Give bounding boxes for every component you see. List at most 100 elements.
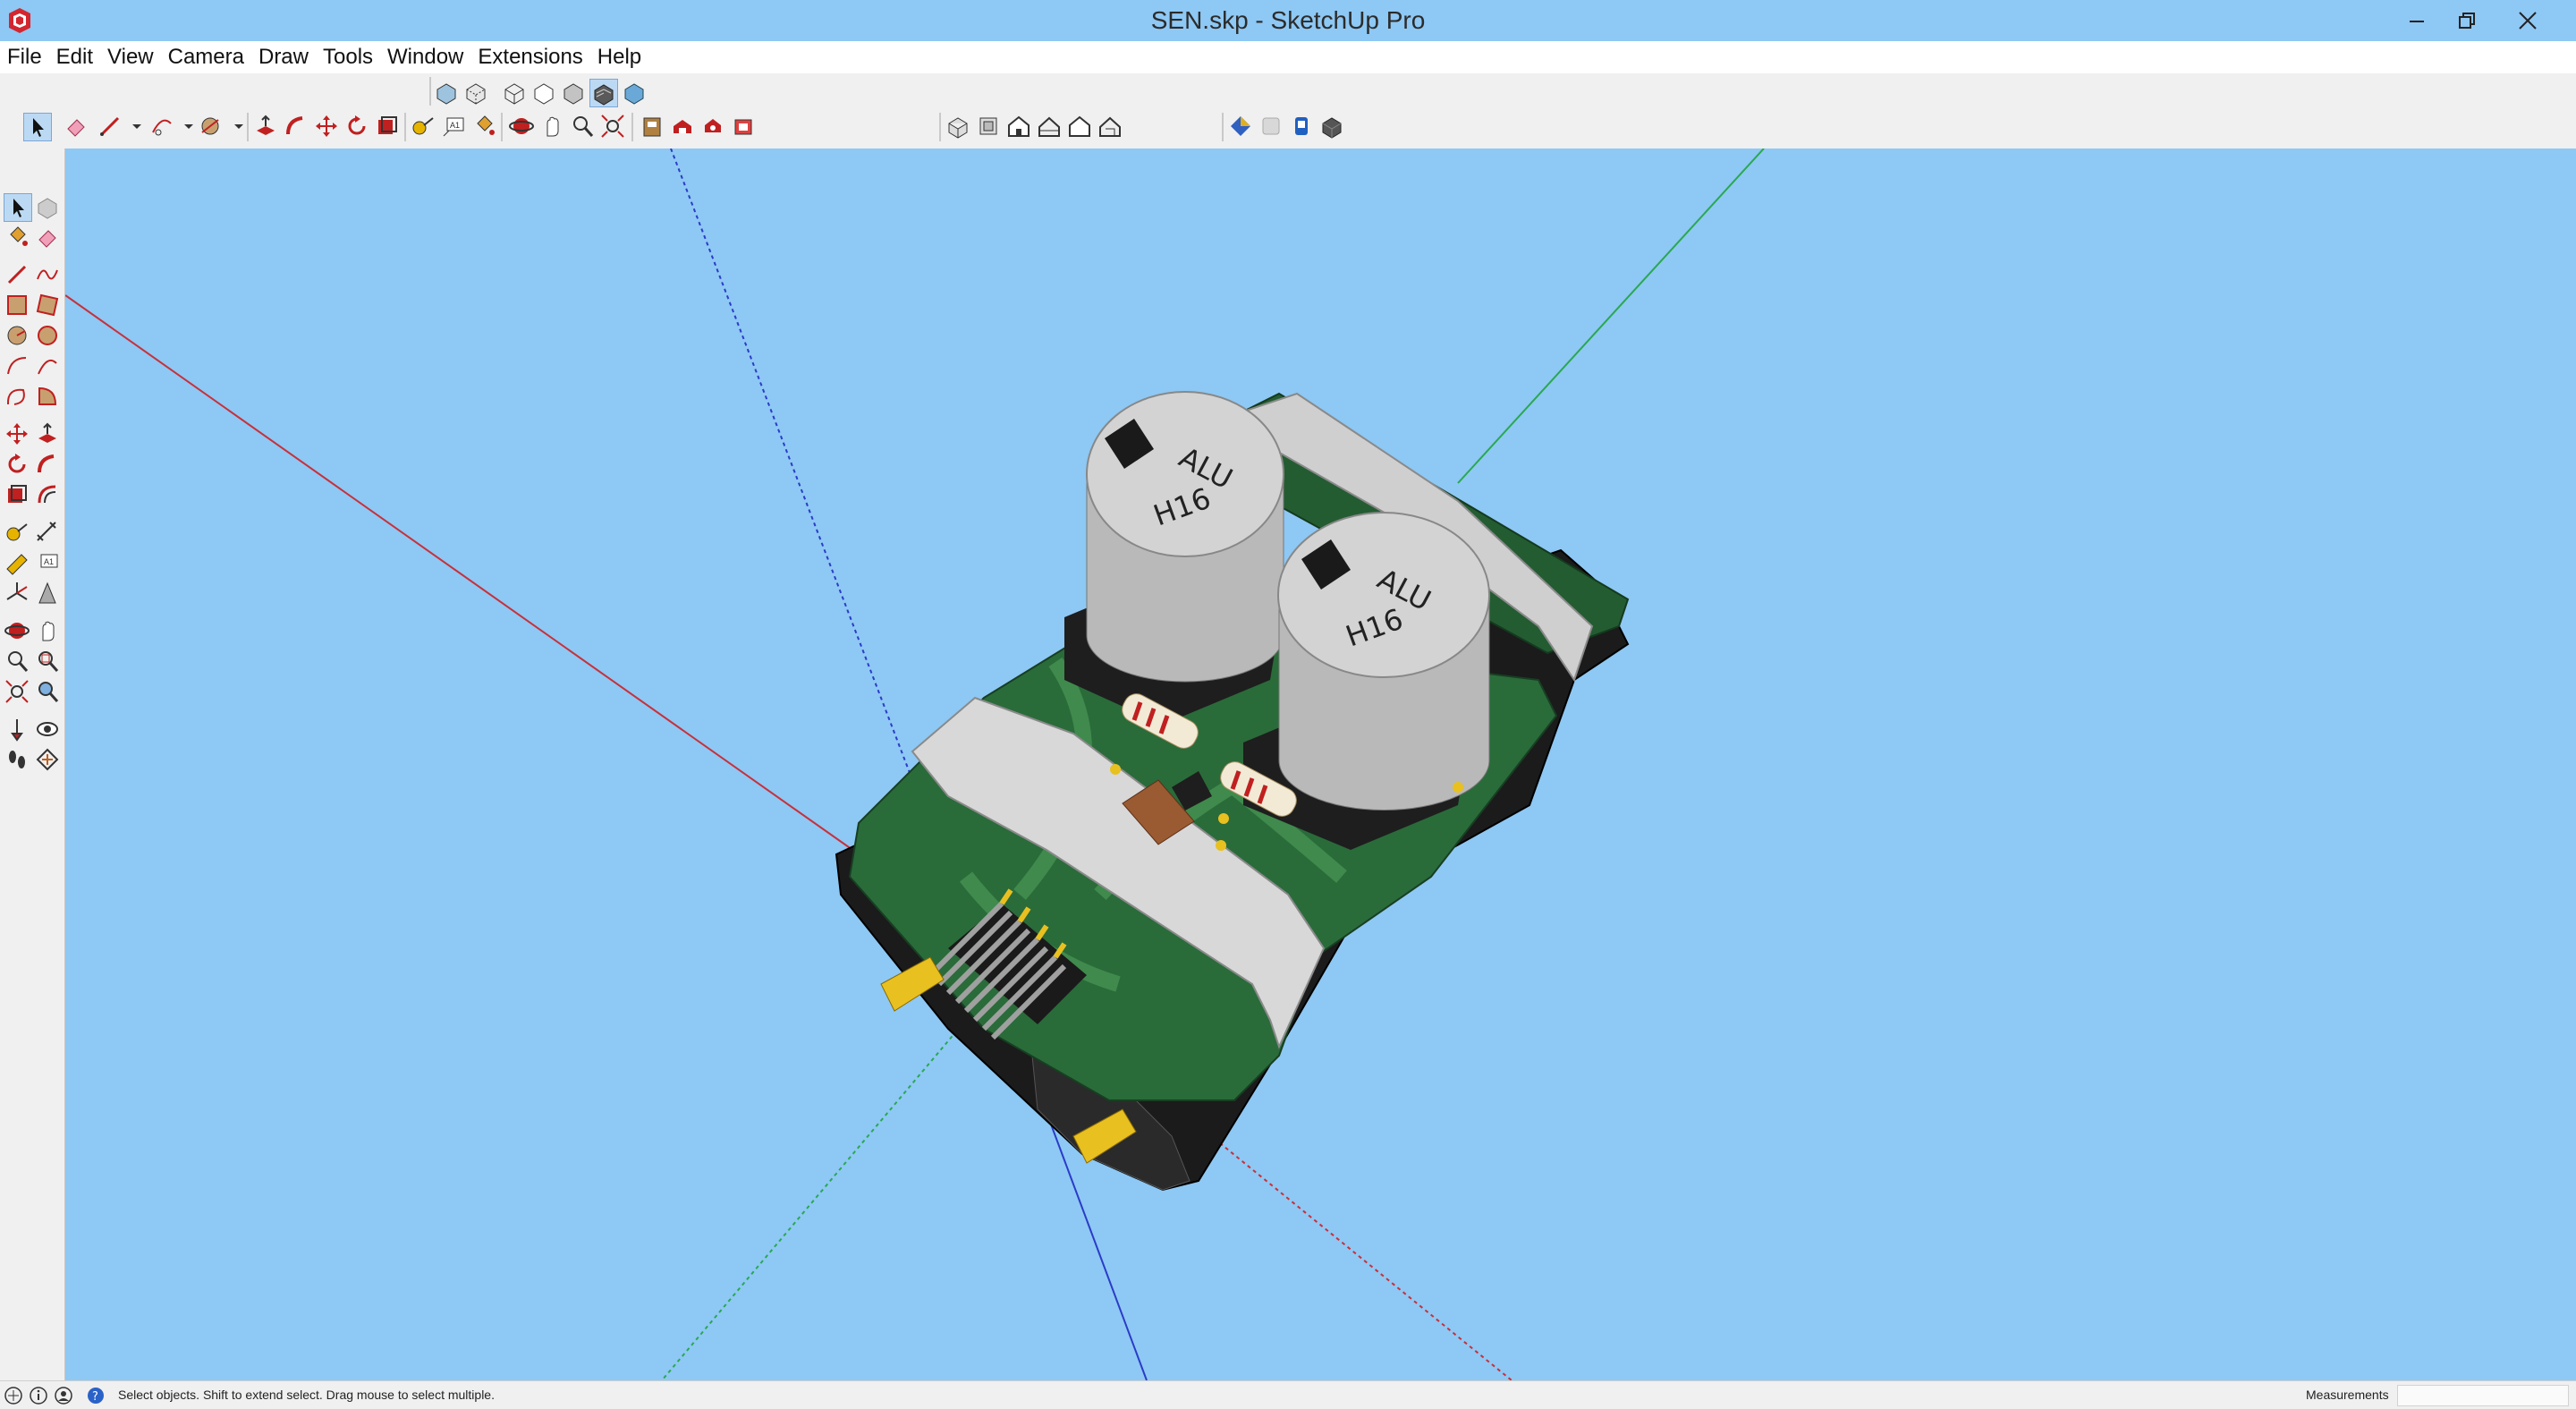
- tape-measure-tool-icon[interactable]: [410, 113, 436, 140]
- status-message: Select objects. Shift to extend select. …: [118, 1388, 495, 1402]
- menu-help[interactable]: Help: [590, 41, 648, 73]
- wireframe-icon[interactable]: [501, 79, 528, 106]
- text-tool-icon[interactable]: A1: [34, 549, 61, 576]
- rectangle-tool-icon[interactable]: [4, 292, 30, 318]
- menu-edit[interactable]: Edit: [49, 41, 100, 73]
- make-component-icon[interactable]: [34, 193, 61, 220]
- geo-location-icon[interactable]: [4, 1386, 23, 1405]
- menu-tools[interactable]: Tools: [316, 41, 380, 73]
- push-pull-tool-icon[interactable]: [34, 420, 61, 447]
- measurements-field[interactable]: [2397, 1385, 2569, 1406]
- model-viewport[interactable]: ALU H16 ALU H16: [65, 149, 2576, 1380]
- shape-tool-icon[interactable]: [197, 113, 224, 140]
- move-tool-icon[interactable]: [4, 420, 30, 447]
- pan-tool-icon[interactable]: [538, 113, 565, 140]
- chevron-down-icon[interactable]: [123, 113, 141, 140]
- shaded-textures-icon[interactable]: [589, 79, 618, 107]
- orbit-tool-icon[interactable]: [4, 617, 30, 644]
- eraser-tool-icon[interactable]: [34, 224, 61, 250]
- paint-bucket-tool-icon[interactable]: [4, 224, 30, 250]
- follow-me-tool-icon[interactable]: [283, 113, 309, 140]
- warehouse-icon[interactable]: [639, 113, 665, 140]
- user-account-icon[interactable]: [54, 1386, 73, 1405]
- position-camera-tool-icon[interactable]: [4, 716, 30, 743]
- zoom-extents-tool-icon[interactable]: [599, 113, 626, 140]
- help-icon[interactable]: ?: [86, 1386, 106, 1405]
- scale-tool-icon[interactable]: [374, 113, 401, 140]
- menu-file[interactable]: File: [0, 41, 49, 73]
- right-view-icon[interactable]: [1036, 113, 1063, 140]
- back-view-icon[interactable]: [1066, 113, 1093, 140]
- share-model-icon[interactable]: [669, 113, 696, 140]
- rotated-rectangle-tool-icon[interactable]: [34, 292, 61, 318]
- look-around-tool-icon[interactable]: [34, 716, 61, 743]
- line-tool-icon[interactable]: [4, 261, 30, 288]
- capacitor-1[interactable]: ALU H16: [1064, 391, 1284, 725]
- protractor-tool-icon[interactable]: [4, 549, 30, 576]
- rotate-tool-icon[interactable]: [343, 113, 370, 140]
- shaded-icon[interactable]: [560, 79, 587, 106]
- arc-tool-icon[interactable]: [4, 352, 30, 379]
- menu-extensions[interactable]: Extensions: [470, 41, 589, 73]
- left-view-icon[interactable]: [1097, 113, 1123, 140]
- walk-tool-icon[interactable]: [4, 746, 30, 773]
- chevron-down-icon[interactable]: [175, 113, 193, 140]
- model-info-icon[interactable]: [1288, 113, 1315, 140]
- eraser-tool-icon[interactable]: [63, 113, 89, 140]
- select-tool-icon[interactable]: [4, 193, 32, 222]
- menu-view[interactable]: View: [100, 41, 161, 73]
- style-builder-icon[interactable]: [1258, 113, 1284, 140]
- tape-measure-tool-icon[interactable]: [4, 519, 30, 546]
- section-plane-tool-icon[interactable]: [34, 746, 61, 773]
- toolbar-grip[interactable]: [1222, 113, 1224, 141]
- three-d-text-tool-icon[interactable]: [34, 580, 61, 607]
- front-view-icon[interactable]: [1005, 113, 1032, 140]
- menu-window[interactable]: Window: [380, 41, 470, 73]
- zoom-window-tool-icon[interactable]: [34, 648, 61, 675]
- previous-view-icon[interactable]: [34, 678, 61, 705]
- info-icon[interactable]: [29, 1386, 48, 1405]
- rotate-tool-icon[interactable]: [4, 451, 30, 478]
- pie-tool-icon[interactable]: [34, 383, 61, 410]
- two-point-arc-tool-icon[interactable]: [34, 352, 61, 379]
- components-icon[interactable]: [1318, 113, 1345, 140]
- pcb-model[interactable]: ALU H16 ALU H16: [835, 391, 1630, 1192]
- move-tool-icon[interactable]: [313, 113, 340, 140]
- chevron-down-icon[interactable]: [225, 113, 243, 140]
- toolbar-grip[interactable]: [429, 77, 431, 106]
- three-point-arc-tool-icon[interactable]: [4, 383, 30, 410]
- freehand-tool-icon[interactable]: [34, 261, 61, 288]
- select-tool-icon[interactable]: [23, 113, 52, 141]
- menu-camera[interactable]: Camera: [161, 41, 251, 73]
- back-edges-icon[interactable]: [462, 79, 489, 106]
- follow-me-tool-icon[interactable]: [34, 451, 61, 478]
- scale-tool-icon[interactable]: [4, 481, 30, 508]
- toolbar-area: A1: [0, 73, 2576, 149]
- menu-draw[interactable]: Draw: [251, 41, 316, 73]
- push-pull-tool-icon[interactable]: [252, 113, 279, 140]
- offset-tool-icon[interactable]: [34, 481, 61, 508]
- close-button[interactable]: [2479, 0, 2576, 41]
- zoom-tool-icon[interactable]: [569, 113, 596, 140]
- top-view-icon[interactable]: [975, 113, 1002, 140]
- text-tool-icon[interactable]: A1: [440, 113, 467, 140]
- monochrome-icon[interactable]: [621, 79, 648, 106]
- zoom-tool-icon[interactable]: [4, 648, 30, 675]
- orbit-tool-icon[interactable]: [508, 113, 535, 140]
- extension-warehouse-icon[interactable]: [730, 113, 757, 140]
- hidden-line-icon[interactable]: [530, 79, 557, 106]
- pan-tool-icon[interactable]: [34, 617, 61, 644]
- xray-icon[interactable]: [433, 79, 460, 106]
- axes-tool-icon[interactable]: [4, 580, 30, 607]
- paint-bucket-tool-icon[interactable]: [470, 113, 497, 140]
- dimension-tool-icon[interactable]: [34, 519, 61, 546]
- layout-icon[interactable]: [1227, 113, 1254, 140]
- circle-tool-icon[interactable]: [4, 322, 30, 349]
- polygon-tool-icon[interactable]: [34, 322, 61, 349]
- arc-tool-icon[interactable]: [148, 113, 175, 140]
- share-component-icon[interactable]: [699, 113, 726, 140]
- zoom-extents-tool-icon[interactable]: [4, 678, 30, 705]
- toolbar-grip[interactable]: [939, 113, 941, 141]
- iso-view-icon[interactable]: [945, 113, 971, 140]
- line-tool-icon[interactable]: [97, 113, 123, 140]
